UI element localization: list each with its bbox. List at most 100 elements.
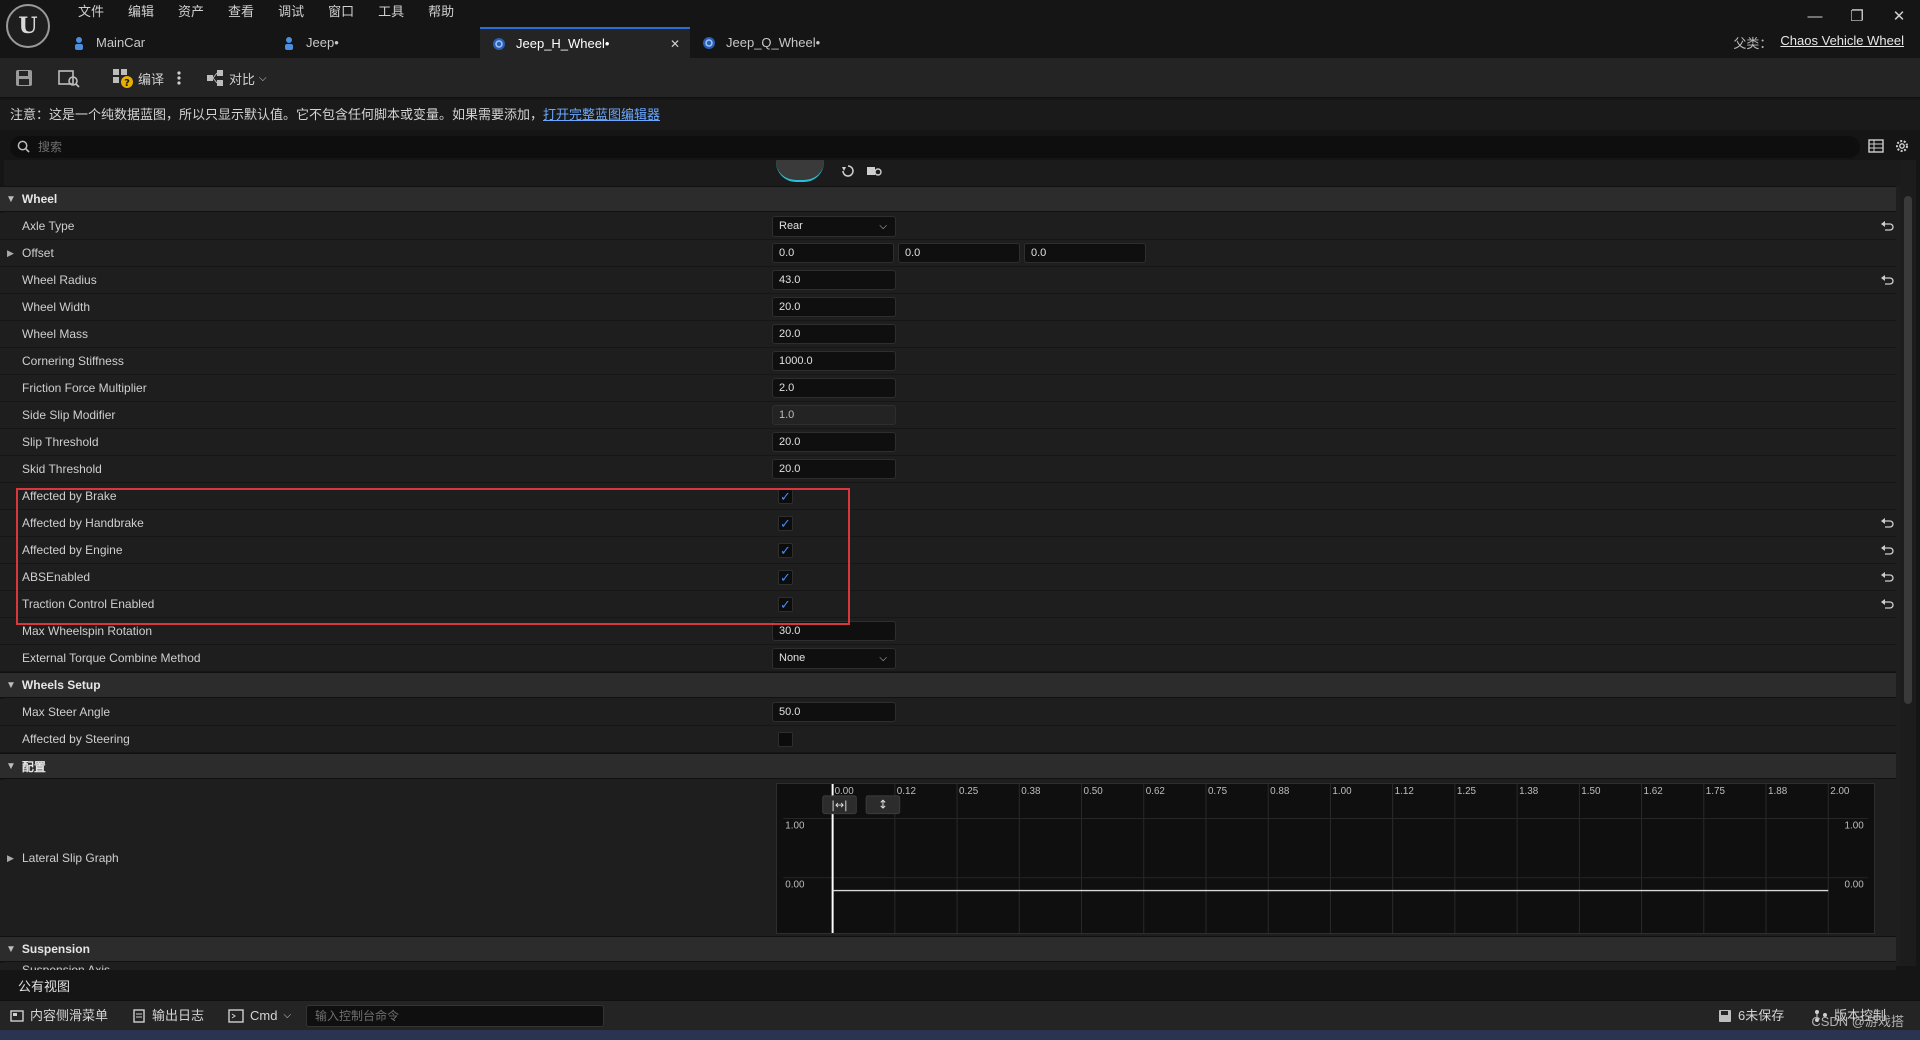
use-selected-icon[interactable] [840,164,856,178]
x-tick-label: 1.62 [1644,786,1663,797]
tab-maincar[interactable]: MainCar [60,27,270,58]
row-offset: ▶ Offset 0.0 0.0 0.0 [0,240,1896,267]
reset-to-default-icon[interactable] [1880,516,1894,530]
save-button[interactable] [14,64,34,92]
browse-button[interactable] [58,64,80,92]
save-icon [16,70,32,86]
reset-to-default-icon[interactable] [1880,219,1894,233]
section-wheel[interactable]: ▼ Wheel [0,186,1896,212]
x-tick-label: 0.38 [1021,786,1041,797]
tab-close-icon[interactable]: ✕ [670,37,680,51]
menu-tools[interactable]: 工具 [366,2,416,22]
reset-to-default-icon[interactable] [1880,570,1894,584]
menu-view[interactable]: 查看 [216,2,266,22]
fit-horizontal-button[interactable]: |↔| [822,795,857,815]
tab-label: Jeep• [306,35,339,50]
compile-options-button[interactable] [176,64,182,92]
row-max-steer-angle: Max Steer Angle 50.0 [0,699,1896,726]
tab-jeep[interactable]: Jeep• [270,27,480,58]
diff-button[interactable]: 对比 ⌵ [206,64,267,92]
section-suspension[interactable]: ▼ Suspension [0,936,1896,962]
table-view-icon[interactable] [1868,138,1884,154]
menu-file[interactable]: 文件 [66,2,116,22]
axle-type-dropdown[interactable]: Rear ⌵ [772,216,896,237]
row-wheel-mass: Wheel Mass 20.0 [0,321,1896,348]
cornering-stiffness-field[interactable]: 1000.0 [772,351,896,371]
offset-x-field[interactable]: 0.0 [772,243,894,263]
menu-edit[interactable]: 编辑 [116,2,166,22]
menu-help[interactable]: 帮助 [416,2,466,22]
gear-icon[interactable] [1894,138,1910,154]
reset-to-default-icon[interactable] [1880,543,1894,557]
x-tick-label: 1.38 [1519,786,1539,797]
tab-jeep-q-wheel[interactable]: Jeep_Q_Wheel• [690,27,900,58]
offset-y-field[interactable]: 0.0 [898,243,1020,263]
wheel-mass-field[interactable]: 20.0 [772,324,896,344]
property-label: Wheel Width [22,300,91,314]
menu-debug[interactable]: 调试 [266,2,316,22]
section-wheels-setup[interactable]: ▼ Wheels Setup [0,672,1896,698]
tab-jeep-h-wheel[interactable]: Jeep_H_Wheel• ✕ [480,27,690,58]
dropdown-value: Rear [779,220,803,232]
x-tick-label: 1.50 [1581,786,1601,797]
property-label: Wheel Radius [22,273,97,287]
blueprint-icon [703,36,715,49]
logo-glyph: U [18,13,38,39]
asset-thumbnail[interactable] [776,160,824,182]
lateral-slip-curve-editor[interactable]: 0.00 0.12 0.25 0.38 0.50 0.62 0.75 0.88 1.00 1.12… [776,783,1875,934]
wheel-radius-field[interactable]: 43.0 [772,270,896,290]
content-drawer-button[interactable]: 内容侧滑菜单 [10,1001,108,1031]
details-scrollbar[interactable] [1904,196,1912,704]
console-command-input[interactable] [306,1005,604,1027]
expand-arrow-icon[interactable]: ▶ [7,240,14,267]
blueprint-icon [493,37,505,50]
reset-to-default-icon[interactable] [1880,273,1894,287]
public-view-toggle[interactable]: 公有视图 [18,976,218,996]
external-torque-dropdown[interactable]: None ⌵ [772,648,896,669]
expand-arrow-icon[interactable]: ▶ [7,845,14,872]
unsaved-assets-button[interactable]: 6未保存 [1718,1001,1784,1031]
section-config[interactable]: ▼ 配置 [0,753,1896,779]
reset-to-default-icon[interactable] [1880,597,1894,611]
menu-asset[interactable]: 资产 [166,2,216,22]
fit-vertical-button[interactable]: ↕ [865,795,901,815]
y-tick-label-right: 0.00 [1845,880,1865,891]
cmd-dropdown[interactable]: Cmd ⌵ [228,1001,291,1031]
y-tick-label-right: 1.00 [1845,820,1865,831]
max-steer-angle-field[interactable]: 50.0 [772,702,896,722]
property-label: Skid Threshold [22,462,102,476]
browse-to-asset-icon[interactable] [866,164,882,178]
open-full-editor-link[interactable]: 打开完整蓝图编辑器 [543,107,660,122]
row-affected-by-steering: Affected by Steering [0,726,1896,753]
chevron-down-icon: ⌵ [259,72,267,84]
x-tick-label: 1.25 [1457,786,1477,797]
search-input[interactable] [38,136,1838,158]
restore-button[interactable]: ❐ [1836,0,1878,32]
property-label: Max Steer Angle [22,705,111,719]
friction-force-multiplier-field[interactable]: 2.0 [772,378,896,398]
affected-by-steering-checkbox[interactable] [778,732,793,747]
slip-threshold-field[interactable]: 20.0 [772,432,896,452]
wheel-width-field[interactable]: 20.0 [772,297,896,317]
thumbnail-strip [4,160,1900,186]
offset-z-field[interactable]: 0.0 [1024,243,1146,263]
skid-threshold-field[interactable]: 20.0 [772,459,896,479]
output-log-button[interactable]: 输出日志 [132,1001,204,1031]
parent-class-link[interactable]: Chaos Vehicle Wheel [1780,33,1904,52]
row-slip-threshold: Slip Threshold 20.0 [0,429,1896,456]
x-tick-label: 2.00 [1830,786,1850,797]
minimize-button[interactable]: — [1794,0,1836,32]
x-tick-label: 1.12 [1395,786,1414,797]
compile-button[interactable]: ? 编译 [112,64,164,92]
unreal-logo[interactable]: U [6,4,50,48]
parent-class-label: 父类： [1733,36,1773,51]
section-title: Wheels Setup [21,678,101,692]
window-controls: — ❐ ✕ [1794,0,1920,32]
unsaved-label: 6未保存 [1738,1008,1785,1023]
property-label: Affected by Steering [22,732,130,746]
x-tick-label: 0.25 [959,786,979,797]
close-window-button[interactable]: ✕ [1878,0,1920,32]
side-slip-modifier-field[interactable]: 1.0 [772,405,896,425]
toolbar: ? 编译 对比 ⌵ [0,58,1920,98]
menu-window[interactable]: 窗口 [316,2,366,22]
